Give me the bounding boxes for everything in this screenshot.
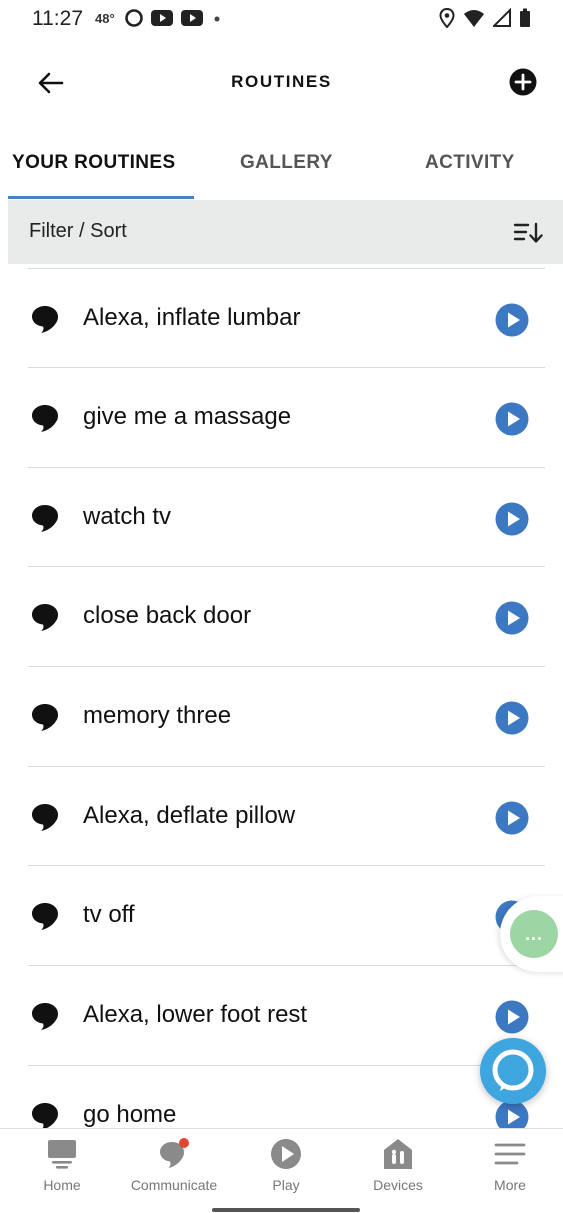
nav-label-communicate: Communicate (130, 1177, 218, 1193)
filter-sort-label: Filter / Sort (29, 220, 127, 242)
filter-sort-bar[interactable]: Filter / Sort (8, 200, 563, 264)
list-divider (28, 467, 545, 468)
list-divider (28, 865, 545, 866)
status-time: 11:27 (32, 7, 83, 30)
devices-icon (384, 1139, 412, 1169)
home-indicator (212, 1208, 360, 1212)
routine-item[interactable]: watch tv (0, 467, 563, 567)
play-routine-button[interactable] (495, 402, 529, 436)
routine-name: watch tv (83, 503, 172, 530)
play-routine-button[interactable] (495, 601, 529, 635)
routine-item[interactable]: give me a massage (0, 367, 563, 467)
speech-bubble-icon (32, 306, 58, 333)
youtube-icon (151, 10, 173, 26)
alexa-icon (492, 1049, 534, 1091)
routine-name: Alexa, deflate pillow (83, 802, 296, 829)
nav-label-play: Play (272, 1177, 300, 1193)
nav-communicate[interactable]: Communicate (118, 1129, 230, 1213)
routine-item[interactable]: Alexa, deflate pillow (0, 766, 563, 866)
routine-item[interactable]: memory three (0, 666, 563, 766)
tab-your-routines[interactable]: YOUR ROUTINES (12, 152, 176, 174)
play-routine-button[interactable] (495, 1000, 529, 1034)
routine-name: Alexa, inflate lumbar (83, 304, 301, 331)
speech-bubble-icon (32, 604, 58, 631)
speech-bubble-icon (32, 405, 58, 432)
routine-name: tv off (83, 901, 135, 928)
nav-label-more: More (494, 1177, 526, 1193)
tab-bar: YOUR ROUTINES GALLERY ACTIVITY (0, 140, 563, 200)
status-bar: 11:27 48° (0, 0, 563, 36)
list-divider (28, 566, 545, 567)
routine-name: memory three (83, 702, 232, 729)
list-divider (28, 965, 545, 966)
wifi-icon (464, 10, 484, 27)
home-icon (48, 1140, 76, 1169)
routine-item[interactable]: Alexa, lower foot rest (0, 965, 563, 1065)
system-icons (439, 8, 531, 28)
more-options-button[interactable]: ... (510, 910, 558, 958)
routine-name: Alexa, lower foot rest (83, 1001, 308, 1028)
play-routine-button[interactable] (495, 502, 529, 536)
play-routine-button[interactable] (495, 701, 529, 735)
nav-more[interactable]: More (454, 1129, 563, 1213)
routine-name: give me a massage (83, 403, 292, 430)
active-tab-indicator (8, 196, 194, 199)
list-divider (28, 367, 545, 368)
speech-bubble-icon (32, 903, 58, 930)
list-divider (28, 666, 545, 667)
alexa-voice-button[interactable] (480, 1038, 546, 1104)
play-routine-button[interactable] (495, 801, 529, 835)
routine-name: go home (83, 1101, 177, 1128)
routine-item[interactable]: go home (0, 1065, 563, 1128)
nav-label-devices: Devices (373, 1177, 423, 1193)
nav-devices[interactable]: Devices (342, 1129, 454, 1213)
add-routine-button[interactable] (509, 68, 537, 96)
speech-bubble-icon (32, 505, 58, 532)
page-title: ROUTINES (231, 72, 332, 91)
menu-icon (494, 1143, 526, 1165)
routine-item[interactable]: close back door (0, 566, 563, 666)
routine-item[interactable]: Alexa, inflate lumbar (0, 268, 563, 368)
status-temperature: 48° (95, 11, 115, 26)
nav-label-home: Home (43, 1177, 81, 1193)
play-icon (271, 1139, 301, 1169)
tab-activity[interactable]: ACTIVITY (425, 152, 515, 174)
play-routine-button[interactable] (495, 1100, 529, 1128)
routine-item[interactable]: tv off (0, 865, 563, 965)
location-icon (439, 8, 455, 28)
signal-icon (493, 8, 511, 27)
speech-bubble-icon (32, 804, 58, 831)
battery-icon (520, 8, 530, 27)
speech-bubble-icon (32, 704, 58, 731)
play-routine-button[interactable] (495, 303, 529, 337)
app-header: ROUTINES (0, 56, 563, 108)
notification-icons (124, 8, 224, 28)
list-divider (28, 268, 545, 269)
youtube-icon (181, 10, 203, 26)
sort-icon[interactable] (513, 221, 543, 245)
speech-bubble-icon (32, 1103, 58, 1128)
tab-gallery[interactable]: GALLERY (240, 152, 333, 174)
speech-bubble-icon (32, 1003, 58, 1030)
circle-notification-icon (125, 9, 143, 27)
dot-icon (214, 16, 220, 22)
routine-name: close back door (83, 602, 252, 629)
routine-list: Alexa, inflate lumbar give me a massage … (0, 266, 563, 1128)
nav-play[interactable]: Play (230, 1129, 342, 1213)
list-divider (28, 766, 545, 767)
nav-home[interactable]: Home (6, 1129, 118, 1213)
list-divider (28, 1065, 545, 1066)
bottom-navigation: Home Communicate Play Devices More (0, 1128, 563, 1213)
communicate-icon (160, 1138, 189, 1168)
